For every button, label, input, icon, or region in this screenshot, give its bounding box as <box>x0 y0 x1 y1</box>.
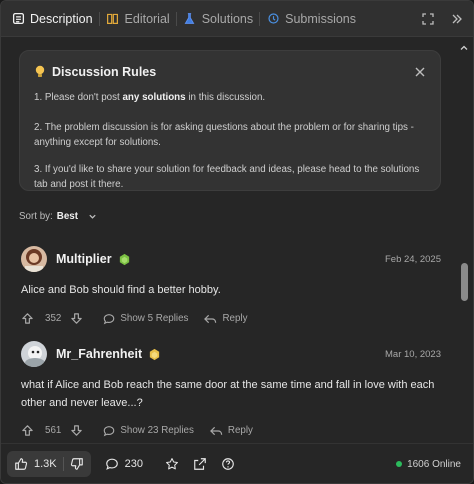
comment-bubble-icon <box>103 313 115 325</box>
tab-divider <box>175 11 177 26</box>
rules-header: Discussion Rules <box>34 65 426 79</box>
close-icon[interactable] <box>414 65 426 77</box>
show-replies-button[interactable]: Show 5 Replies <box>103 313 188 325</box>
thumb-down-icon <box>70 424 83 437</box>
description-icon <box>11 12 25 26</box>
like-divider <box>62 456 64 471</box>
like-button[interactable]: 1.3K <box>14 457 57 471</box>
flask-icon <box>183 12 197 26</box>
thumb-up-icon <box>21 312 34 325</box>
tab-editorial[interactable]: Editorial <box>102 1 174 37</box>
dislike-button[interactable] <box>70 457 84 471</box>
collapse-icon[interactable] <box>449 12 463 26</box>
tab-label: Solutions <box>201 11 254 26</box>
rule-3: 3. If you'd like to share your solution … <box>34 164 420 190</box>
comment-date: Mar 10, 2023 <box>385 348 441 360</box>
thumb-down-icon <box>70 312 83 325</box>
tab-divider <box>259 11 261 26</box>
rule-1-emphasis: any solutions <box>122 92 186 103</box>
header-actions <box>421 1 463 37</box>
thumb-up-icon <box>21 424 34 437</box>
help-icon <box>221 457 235 471</box>
reply-button[interactable]: Reply <box>204 313 248 325</box>
username[interactable]: Mr_Fahrenheit <box>56 347 142 361</box>
scrollbar-thumb[interactable] <box>461 263 468 301</box>
reply-label: Reply <box>222 313 248 324</box>
tab-label: Submissions <box>285 11 357 26</box>
sort-label: Sort by: <box>19 211 53 222</box>
like-count: 1.3K <box>34 457 57 470</box>
downvote-button[interactable] <box>70 424 83 437</box>
like-dislike-group: 1.3K <box>7 450 91 477</box>
comment-item: Multiplier Feb 24, 2025 Alice and Bob sh… <box>21 245 443 325</box>
tab-description[interactable]: Description <box>7 1 97 37</box>
reply-icon <box>209 425 223 437</box>
lightbulb-icon <box>34 65 46 79</box>
reply-icon <box>204 313 217 325</box>
tab-divider <box>98 11 100 26</box>
comment-header: Multiplier Feb 24, 2025 <box>21 245 443 273</box>
comments-button[interactable]: 230 <box>105 457 143 471</box>
comment-bubble-icon <box>103 425 115 437</box>
comment-item: Mr_Fahrenheit Mar 10, 2023 what if Alice… <box>21 340 443 437</box>
book-icon <box>106 12 120 26</box>
comment-date: Feb 24, 2025 <box>385 253 441 265</box>
upvote-button[interactable] <box>21 312 34 325</box>
tab-label: Editorial <box>124 11 170 26</box>
avatar[interactable] <box>21 341 47 367</box>
rule-1-text: 1. Please don't post <box>34 92 123 103</box>
online-dot <box>396 461 403 467</box>
downvote-button[interactable] <box>70 312 83 325</box>
discussion-content: Discussion Rules 1. Please don't post an… <box>1 38 459 443</box>
online-count: 1606 Online <box>407 458 461 470</box>
vote-count: 561 <box>45 425 62 436</box>
star-icon <box>165 457 179 471</box>
show-replies-button[interactable]: Show 23 Replies <box>103 425 194 437</box>
rules-title: Discussion Rules <box>52 65 157 79</box>
username[interactable]: Multiplier <box>56 252 112 266</box>
reply-label: Reply <box>227 425 253 436</box>
comment-body: Alice and Bob should find a better hobby… <box>21 284 221 296</box>
badge-icon <box>148 348 161 361</box>
sort-control[interactable]: Sort by: Best <box>19 211 97 222</box>
rule-1-text-end: in this discussion. <box>185 92 266 103</box>
discussion-panel: Description Editorial Solutions Submissi… <box>0 0 474 484</box>
badge-icon <box>118 253 131 266</box>
tab-label: Description <box>30 11 93 26</box>
thumbs-up-icon <box>14 457 28 471</box>
history-icon <box>266 12 280 26</box>
reply-button[interactable]: Reply <box>209 425 253 437</box>
upvote-button[interactable] <box>21 424 34 437</box>
comment-actions: 352 Show 5 Replies Reply <box>21 312 443 325</box>
tab-solutions[interactable]: Solutions <box>179 1 257 37</box>
show-replies-label: Show 23 Replies <box>120 425 194 436</box>
tab-submissions[interactable]: Submissions <box>262 1 360 37</box>
comment-body: what if Alice and Bob reach the same doo… <box>21 379 435 409</box>
help-button[interactable] <box>221 457 235 471</box>
rule-2: 2. The problem discussion is for asking … <box>34 122 414 148</box>
comment-count: 230 <box>124 457 143 470</box>
scroll-up-icon[interactable] <box>460 39 468 50</box>
online-status: 1606 Online <box>396 444 461 483</box>
fullscreen-icon[interactable] <box>421 12 435 26</box>
rule-1: 1. Please don't post any solutions in th… <box>34 91 424 106</box>
share-icon <box>193 457 207 471</box>
thumbs-down-icon <box>70 457 84 471</box>
comment-actions: 561 Show 23 Replies Reply <box>21 424 443 437</box>
bottom-action-bar: 1.3K 230 1606 Online <box>1 443 473 483</box>
comment-icon <box>105 457 119 471</box>
comment-header: Mr_Fahrenheit Mar 10, 2023 <box>21 340 443 368</box>
vote-count: 352 <box>45 313 62 324</box>
favorite-button[interactable] <box>165 457 179 471</box>
chevron-down-icon <box>88 212 97 221</box>
sort-value: Best <box>56 211 79 222</box>
share-button[interactable] <box>193 457 207 471</box>
tab-bar: Description Editorial Solutions Submissi… <box>1 1 473 37</box>
discussion-rules-card: Discussion Rules 1. Please don't post an… <box>19 50 441 191</box>
show-replies-label: Show 5 Replies <box>120 313 189 324</box>
avatar[interactable] <box>21 246 47 272</box>
